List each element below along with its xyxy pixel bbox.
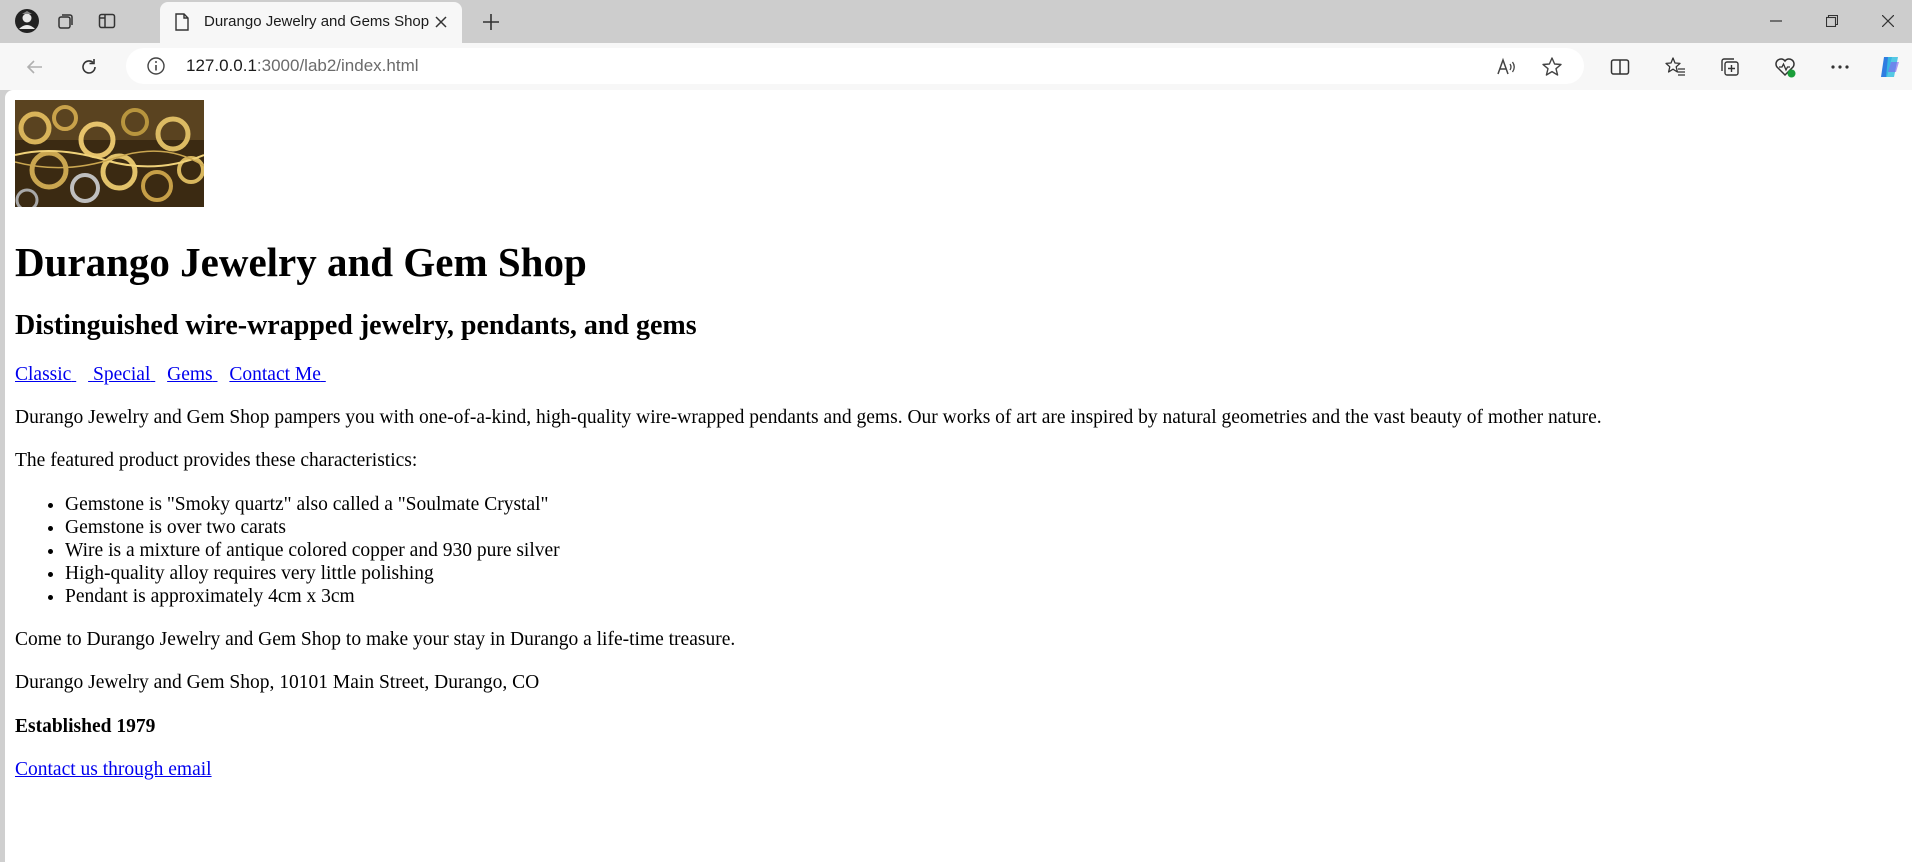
- more-menu-icon[interactable]: [1826, 53, 1854, 81]
- established-note: Established 1979: [15, 715, 156, 737]
- list-item: Pendant is approximately 4cm x 3cm: [65, 585, 1602, 608]
- nav-link-classic[interactable]: Classic: [15, 364, 76, 385]
- favorite-star-icon[interactable]: [1540, 55, 1564, 79]
- url-text[interactable]: 127.0.0.1:3000/lab2/index.html: [186, 56, 419, 76]
- site-nav: Classic Special Gems Contact Me: [15, 363, 1602, 386]
- tab-bar: Durango Jewelry and Gems Shop: [0, 0, 1912, 43]
- email-link[interactable]: Contact us through email: [15, 759, 212, 780]
- page-subtitle: Distinguished wire-wrapped jewelry, pend…: [15, 310, 697, 342]
- minimize-icon[interactable]: [1754, 6, 1798, 36]
- split-screen-icon[interactable]: [1606, 53, 1634, 81]
- refresh-icon[interactable]: [74, 52, 104, 82]
- close-window-icon[interactable]: [1866, 6, 1910, 36]
- page-icon: [174, 13, 190, 36]
- list-item: High-quality alloy requires very little …: [65, 562, 1602, 585]
- closing-paragraph: Come to Durango Jewelry and Gem Shop to …: [15, 628, 736, 650]
- profile-avatar-icon[interactable]: [14, 8, 40, 34]
- tab-title: Durango Jewelry and Gems Shop: [204, 13, 430, 30]
- vertical-tabs-icon[interactable]: [94, 8, 120, 34]
- favorites-icon[interactable]: [1661, 53, 1689, 81]
- email-paragraph: Contact us through email: [15, 758, 1602, 781]
- list-item: Gemstone is "Smoky quartz" also called a…: [65, 493, 1602, 516]
- features-list: Gemstone is "Smoky quartz" also called a…: [15, 493, 1602, 608]
- site-info-icon[interactable]: [146, 56, 166, 81]
- restore-icon[interactable]: [1810, 6, 1854, 36]
- nav-link-contact[interactable]: Contact Me: [229, 364, 325, 385]
- read-aloud-icon[interactable]: [1494, 55, 1518, 79]
- featured-intro: The featured product provides these char…: [15, 450, 418, 472]
- address: Durango Jewelry and Gem Shop, 10101 Main…: [15, 672, 540, 694]
- tab-close-icon[interactable]: [430, 11, 452, 33]
- intro-paragraph: Durango Jewelry and Gem Shop pampers you…: [15, 407, 1602, 429]
- back-icon[interactable]: [20, 52, 50, 82]
- address-bar[interactable]: 127.0.0.1:3000/lab2/index.html: [126, 48, 1584, 84]
- nav-link-gems[interactable]: Gems: [167, 364, 217, 385]
- collections-icon[interactable]: [1716, 53, 1744, 81]
- browser-essentials-icon[interactable]: [1771, 53, 1799, 81]
- tab-active[interactable]: Durango Jewelry and Gems Shop: [160, 2, 462, 43]
- workspaces-icon[interactable]: [52, 8, 78, 34]
- list-item: Wire is a mixture of antique colored cop…: [65, 539, 1602, 562]
- copilot-icon[interactable]: [1876, 53, 1904, 81]
- nav-link-special[interactable]: Special: [88, 364, 155, 385]
- page-viewport: Durango Jewelry and Gem Shop Distinguish…: [5, 90, 1912, 862]
- jewelry-image: [15, 100, 204, 207]
- new-tab-icon[interactable]: [478, 9, 504, 35]
- page-content: Durango Jewelry and Gem Shop Distinguish…: [15, 100, 1602, 781]
- browser-toolbar: 127.0.0.1:3000/lab2/index.html: [0, 43, 1912, 90]
- page-title: Durango Jewelry and Gem Shop: [15, 239, 587, 285]
- list-item: Gemstone is over two carats: [65, 516, 1602, 539]
